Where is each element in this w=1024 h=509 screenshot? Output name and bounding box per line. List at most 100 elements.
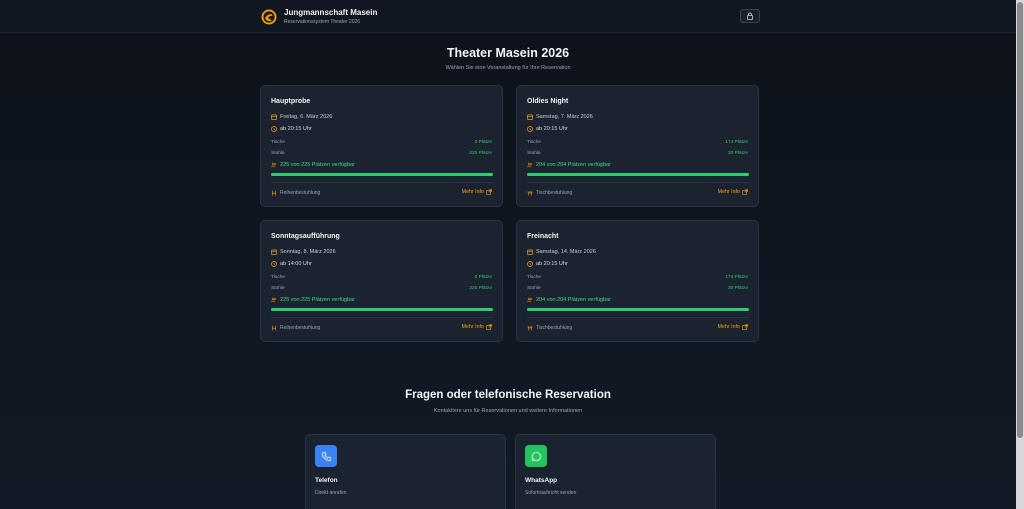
chair-icon [272, 325, 276, 331]
availability-text: 204 von 204 Plätzen verfügbar [536, 162, 611, 168]
contact-card-title: WhatsApp [525, 477, 558, 484]
card-divider [527, 317, 749, 318]
chair-icon [272, 190, 276, 196]
availability-text: 225 von 225 Plätzen verfügbar [280, 162, 355, 168]
event-title: Freinacht [527, 233, 559, 240]
availability-bar [271, 173, 493, 176]
more-info-label: Mehr Info [717, 324, 740, 330]
lock-icon [747, 12, 753, 20]
phone-icon [321, 451, 331, 461]
whatsapp-icon-tile [525, 445, 547, 467]
contact-section-title: Fragen oder telefonische Reservation [405, 389, 611, 401]
phone-icon-tile [315, 445, 337, 467]
contact-card-title: Telefon [315, 477, 338, 484]
calendar-icon [271, 114, 277, 120]
event-time: ab 20:15 Uhr [536, 261, 568, 267]
event-card-freinacht[interactable]: Freinacht Samstag, 14. März 2026 ab 20:1… [516, 220, 759, 342]
page-scrollbar[interactable] [1016, 0, 1024, 509]
brand-subtitle: Reservationssystem Theater 2026 [284, 19, 361, 25]
seating-type: Reihenbestuhlung [280, 190, 321, 196]
card-divider [271, 182, 493, 183]
users-icon [271, 297, 277, 303]
chairs-label: Stühle [527, 286, 541, 291]
chairs-label: Stühle [271, 286, 285, 291]
calendar-icon [271, 249, 277, 255]
more-info-link[interactable]: Mehr Info [718, 324, 748, 330]
users-icon [271, 162, 277, 168]
calendar-icon [527, 114, 533, 120]
contact-card-whatsapp[interactable]: WhatsApp Sofortnachricht senden [515, 434, 716, 509]
users-icon [527, 162, 533, 168]
table-icon [527, 191, 533, 196]
chairs-value: 30 Plätze [727, 151, 748, 156]
availability-bar-fill [527, 308, 749, 311]
event-date: Sonntag, 8. März 2026 [280, 249, 336, 255]
tables-label: Tische [527, 275, 541, 280]
event-title: Hauptprobe [271, 98, 311, 105]
page-title: Theater Masein 2026 [446, 46, 570, 60]
event-title: Sonntagsaufführung [271, 233, 340, 240]
chairs-label: Stühle [527, 151, 541, 156]
clock-icon [527, 126, 533, 132]
chairs-value: 30 Plätze [727, 286, 748, 291]
availability-bar [527, 308, 749, 311]
clock-icon [271, 261, 277, 267]
chairs-value: 225 Plätze [469, 286, 492, 291]
theater-logo-icon [261, 9, 277, 25]
event-card-oldies-night[interactable]: Oldies Night Samstag, 7. März 2026 ab 20… [516, 85, 759, 207]
event-title: Oldies Night [527, 98, 569, 105]
event-time: ab 20:15 Uhr [280, 126, 312, 132]
tables-value: 0 Plätze [474, 275, 492, 280]
more-info-label: Mehr Info [461, 189, 484, 195]
table-icon [527, 326, 533, 331]
availability-bar-fill [271, 173, 493, 176]
page-subtitle: Wählen Sie eine Veranstaltung für Ihre R… [445, 65, 571, 71]
event-date: Samstag, 7. März 2026 [536, 114, 593, 120]
availability-bar [527, 173, 749, 176]
more-info-label: Mehr Info [461, 324, 484, 330]
scrollbar-thumb[interactable] [1017, 2, 1023, 438]
card-divider [271, 317, 493, 318]
event-card-sonntagsauffuehrung[interactable]: Sonntagsaufführung Sonntag, 8. März 2026… [260, 220, 503, 342]
external-link-icon [486, 189, 492, 195]
contact-card-subtitle: Direkt anrufen [315, 490, 347, 496]
clock-icon [271, 126, 277, 132]
contact-card-phone[interactable]: Telefon Direkt anrufen [305, 434, 506, 509]
more-info-link[interactable]: Mehr Info [462, 324, 492, 330]
brand-title: Jungmannschaft Masein [284, 8, 378, 17]
event-date: Freitag, 6. März 2026 [280, 114, 333, 120]
tables-label: Tische [527, 140, 541, 145]
event-time: ab 14:00 Uhr [280, 261, 312, 267]
seating-type: Reihenbestuhlung [280, 325, 321, 331]
clock-icon [527, 261, 533, 267]
admin-login-button[interactable] [740, 9, 760, 23]
external-link-icon [742, 324, 748, 330]
card-divider [527, 182, 749, 183]
availability-text: 225 von 225 Plätzen verfügbar [280, 297, 355, 303]
page: Jungmannschaft Masein Reservationssystem… [0, 0, 1016, 509]
seating-type: Tischbestuhlung [536, 325, 573, 331]
tables-value: 174 Plätze [725, 275, 748, 280]
tables-label: Tische [271, 275, 285, 280]
event-card-hauptprobe[interactable]: Hauptprobe Freitag, 6. März 2026 ab 20:1… [260, 85, 503, 207]
external-link-icon [486, 324, 492, 330]
external-link-icon [742, 189, 748, 195]
availability-bar-fill [271, 308, 493, 311]
tables-label: Tische [271, 140, 285, 145]
top-bar: Jungmannschaft Masein Reservationssystem… [0, 0, 1016, 33]
event-time: ab 20:15 Uhr [536, 126, 568, 132]
seating-type: Tischbestuhlung [536, 190, 573, 196]
availability-text: 204 von 204 Plätzen verfügbar [536, 297, 611, 303]
chairs-value: 225 Plätze [469, 151, 492, 156]
tables-value: 0 Plätze [474, 140, 492, 145]
availability-bar-fill [527, 173, 749, 176]
whatsapp-icon [531, 451, 541, 462]
contact-section-subtitle: Kontaktiere uns für Reservationen und we… [433, 408, 583, 414]
tables-value: 174 Plätze [725, 140, 748, 145]
more-info-link[interactable]: Mehr Info [462, 189, 492, 195]
availability-bar [271, 308, 493, 311]
event-date: Samstag, 14. März 2026 [536, 249, 596, 255]
contact-card-subtitle: Sofortnachricht senden [525, 490, 577, 496]
more-info-link[interactable]: Mehr Info [718, 189, 748, 195]
calendar-icon [527, 249, 533, 255]
